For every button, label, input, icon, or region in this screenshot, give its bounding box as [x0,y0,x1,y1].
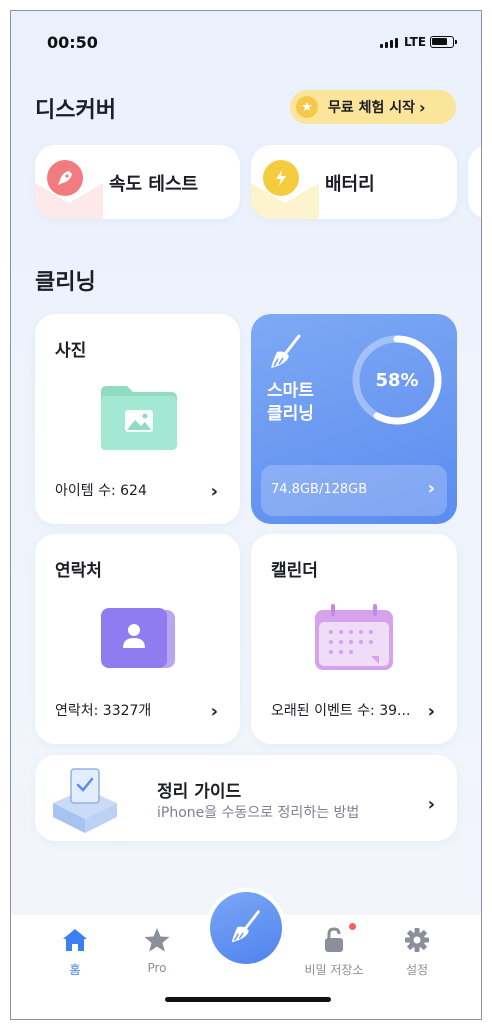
contacts-title: 연락처 [55,561,102,581]
storage-usage: 74.8GB/128GB [271,482,368,497]
tab-pro[interactable]: Pro [122,927,192,975]
guide-box-icon [53,768,117,833]
chevron-right-icon: › [210,481,218,502]
tab-home-label: 홈 [69,963,81,977]
lightning-icon [263,160,299,196]
star-icon: ★ [296,96,318,118]
tab-secret-vault[interactable]: 비밀 저장소 [299,927,369,978]
contacts-count: 연락처: 3327개 [55,703,152,719]
network-label: LTE [404,35,427,49]
smart-cleaning-percent: 58% [375,369,419,391]
photos-title: 사진 [55,341,87,361]
tab-home[interactable]: 홈 [40,927,110,978]
lock-icon [325,927,343,952]
battery-label: 배터리 [325,174,375,195]
status-bar: 00:50 LTE [11,11,481,71]
calendar-card[interactable]: 캘린더 오래된 이벤트 수: 39... › [251,534,457,744]
chevron-right-icon: › [210,701,218,722]
home-icon [63,929,87,951]
smart-cleaning-card[interactable]: 스마트 클리닝 58% 74.8GB/128GB › [251,314,457,524]
chevron-right-icon: › [427,478,435,499]
free-trial-label: 무료 체험 시작 [328,100,416,116]
tab-secret-vault-label: 비밀 저장소 [304,963,364,977]
tab-settings[interactable]: 설정 [382,927,452,978]
discover-title: 디스커버 [35,98,116,123]
chevron-right-icon: › [427,794,435,815]
cleaning-title: 클리닝 [35,270,96,295]
free-trial-button[interactable]: ★ 무료 체험 시작 › [290,90,456,124]
photo-folder-icon [101,386,177,450]
battery-icon [430,36,457,48]
notification-badge [349,923,356,930]
smart-cleaning-label: 스마트 클리닝 [267,381,314,424]
guide-subtitle: iPhone을 수동으로 정리하는 방법 [157,805,360,821]
guide-title: 정리 가이드 [157,782,242,802]
tab-pro-label: Pro [147,961,167,975]
tab-settings-label: 설정 [405,963,429,977]
star-icon [144,928,170,952]
home-indicator [165,997,331,1002]
broom-icon [231,910,260,943]
cleanup-guide-card[interactable]: 정리 가이드 iPhone을 수동으로 정리하는 방법 › [35,755,457,841]
quick-clean-button[interactable] [210,892,282,964]
phone-screen: 00:50 LTE 디스커버 ★ 무료 체험 시작 › 속도 테스트 배터리 클… [10,10,482,1020]
broom-icon [271,334,301,368]
photos-count: 아이템 수: 624 [55,483,147,499]
photos-card[interactable]: 사진 아이템 수: 624 › [35,314,240,524]
calendar-icon [315,604,393,670]
contacts-card[interactable]: 연락처 연락처: 3327개 › [35,534,240,744]
more-discover-card[interactable] [468,145,481,219]
speed-test-label: 속도 테스트 [109,174,199,195]
calendar-count: 오래된 이벤트 수: 39... [271,703,411,719]
chevron-right-icon: › [419,97,426,117]
rocket-icon [47,160,83,196]
storage-bar[interactable]: 74.8GB/128GB › [261,465,447,516]
signal-icon [380,38,398,48]
chevron-right-icon: › [427,701,435,722]
battery-card[interactable]: 배터리 [251,145,457,219]
status-time: 00:50 [47,33,98,52]
contacts-book-icon [101,608,175,668]
gear-icon [405,928,429,952]
calendar-title: 캘린더 [271,561,318,581]
speed-test-card[interactable]: 속도 테스트 [35,145,240,219]
